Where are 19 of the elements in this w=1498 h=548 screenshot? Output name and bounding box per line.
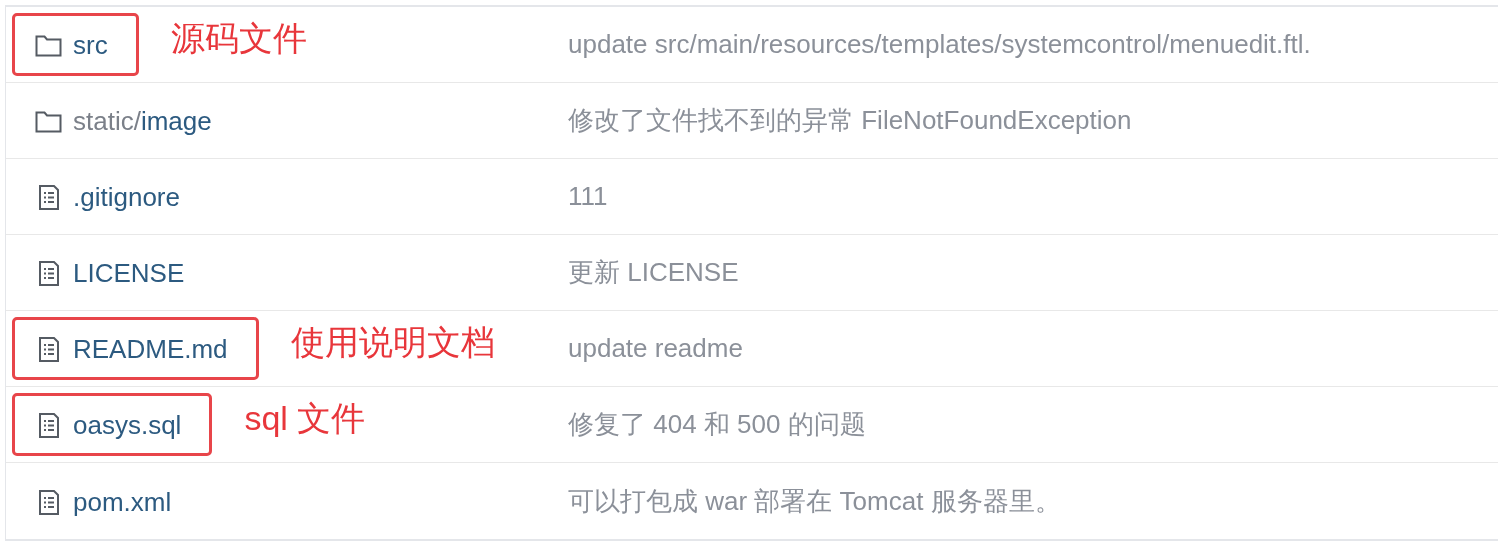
annotation-label: sql 文件 — [244, 398, 366, 439]
folder-icon — [35, 33, 62, 58]
file-link[interactable]: README.md — [73, 330, 228, 369]
commit-message: 111 — [568, 180, 608, 213]
annotation-label: 使用说明文档 — [290, 322, 495, 363]
commit-message: 修改了文件找不到的异常 FileNotFoundException — [568, 104, 1132, 137]
file-link[interactable]: oasys.sql — [73, 406, 182, 445]
commit-message: 修复了 404 和 500 的问题 — [568, 408, 866, 441]
commit-message: 可以打包成 war 部署在 Tomcat 服务器里。 — [568, 484, 1061, 518]
file-link[interactable]: LICENSE — [73, 254, 185, 293]
commit-message: update src/main/resources/templates/systemcontrol/menuedit.ftl. — [568, 28, 1311, 61]
file-link[interactable]: src — [73, 26, 108, 65]
file-link[interactable]: static/image — [73, 102, 212, 141]
commit-message: 更新 LICENSE — [568, 256, 739, 289]
file-link[interactable]: pom.xml — [73, 482, 172, 522]
annotation-label: 源码文件 — [170, 18, 307, 59]
commit-message: update readme — [568, 332, 743, 365]
file-link[interactable]: .gitignore — [73, 178, 180, 217]
folder-icon — [35, 109, 62, 134]
